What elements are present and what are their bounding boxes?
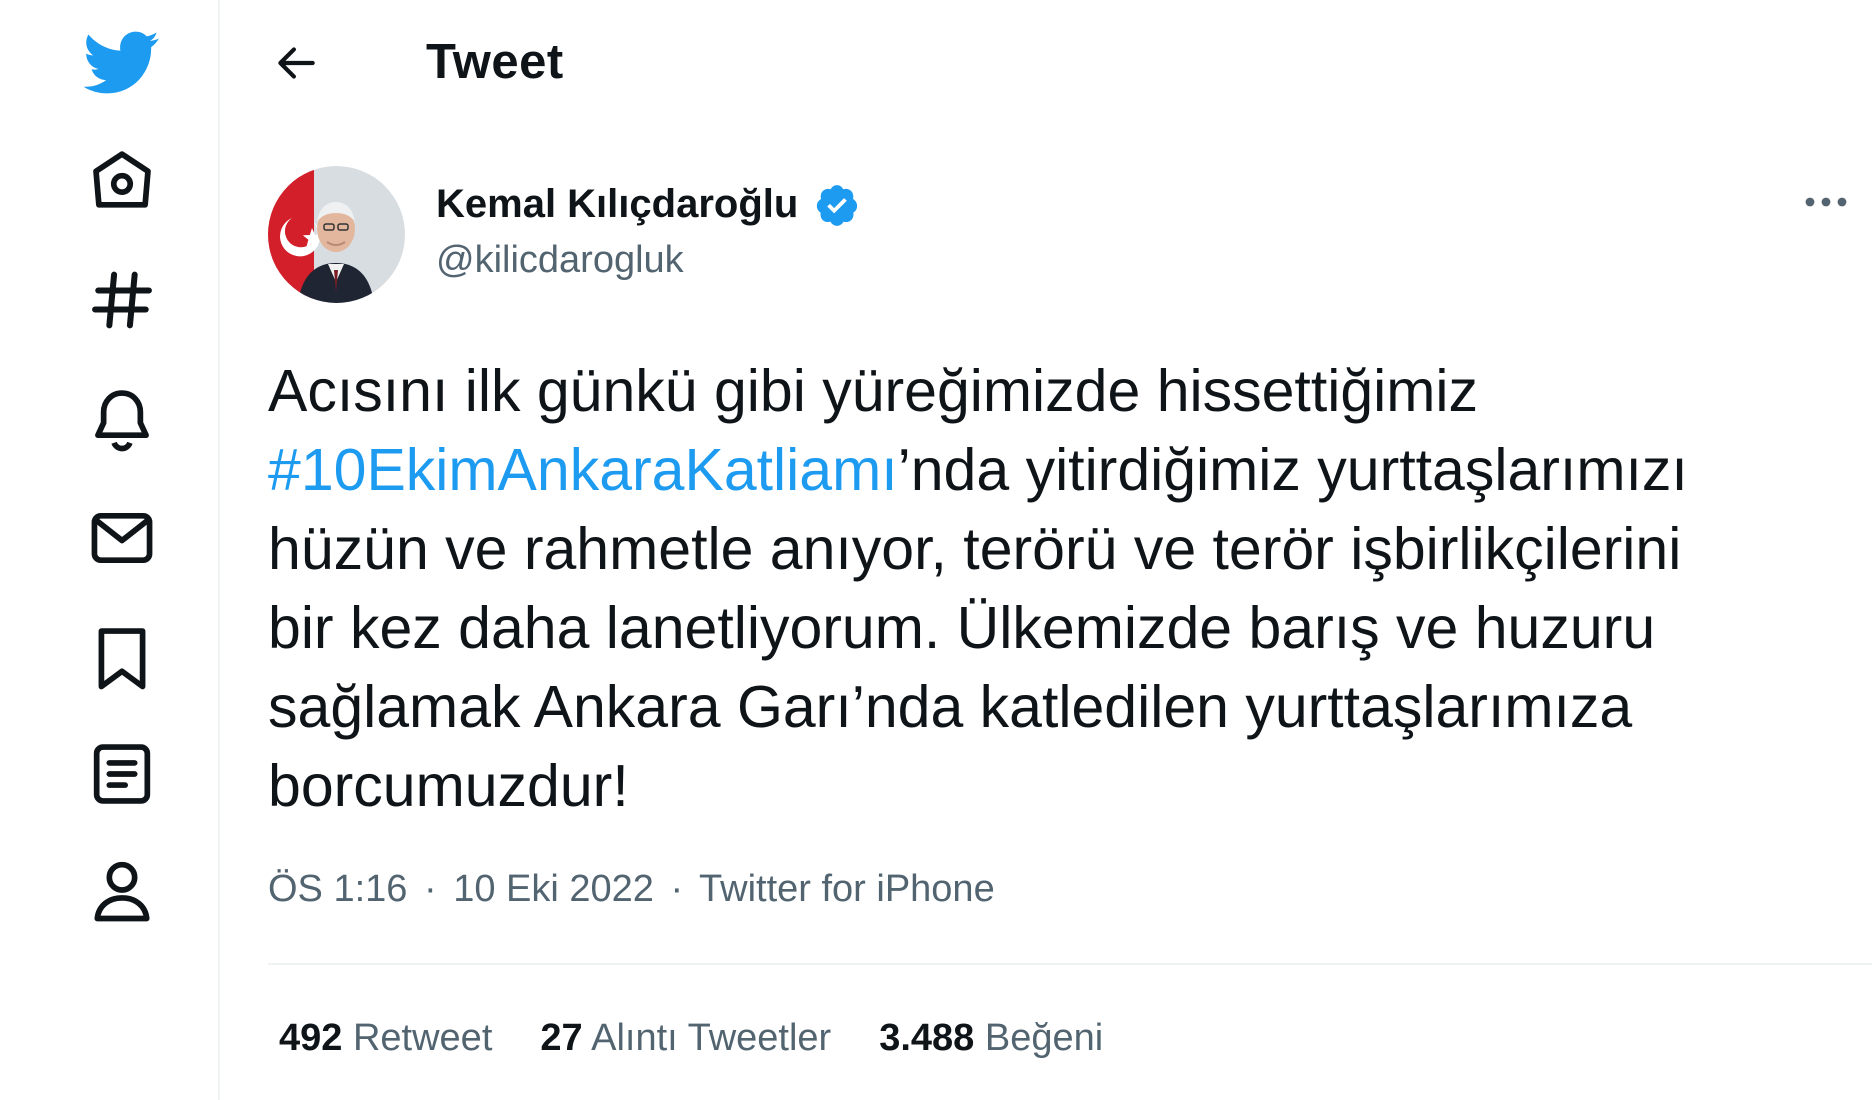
author-handle[interactable]: @kilicdarogluk [436,239,684,282]
tweet-meta: ÖS 1:16 · 10 Eki 2022 · Twitter for iPho… [268,868,995,911]
twitter-logo-icon[interactable] [84,24,160,100]
bookmark-icon[interactable] [84,620,160,696]
tweet-text-line: #10EkimAnkaraKatliamı’nda yitirdiğimiz y… [268,431,1868,510]
verified-badge-icon [814,182,860,228]
back-arrow-icon[interactable] [271,38,321,88]
explore-hashtag-icon[interactable] [84,262,160,338]
meta-separator: · [423,868,437,910]
avatar[interactable] [268,166,405,303]
tweet-text-line: sağlamak Ankara Garı’nda katledilen yurt… [268,674,1633,740]
retweets-stat[interactable]: 492 Retweet [279,1017,492,1060]
sidebar [0,0,220,1100]
author-name[interactable]: Kemal Kılıçdaroğlu [436,182,798,227]
tweet-text-line: borcumuzdur! [268,753,629,819]
tweet-text: Acısını ilk günkü gibi yüreğimizde hisse… [268,352,1868,826]
retweets-label: Retweet [352,1017,493,1059]
tweet-stats: 492 Retweet 27 Alıntı Tweetler 3.488 Beğ… [279,1017,1103,1060]
messages-envelope-icon[interactable] [84,500,160,576]
divider [268,963,1872,965]
tweet-date[interactable]: 10 Eki 2022 [453,868,654,910]
main-column: Tweet Kemal Kılıçdaroğlu @kilicdarogluk … [221,0,1872,1100]
tweet-source[interactable]: Twitter for iPhone [699,868,995,910]
likes-count: 3.488 [879,1017,975,1059]
tweet-text-fragment: ’nda yitirdiğimiz yurttaşlarımızı [897,437,1688,503]
more-options-icon[interactable] [1796,182,1856,222]
quotes-label: Alıntı Tweetler [591,1017,832,1059]
likes-stat[interactable]: 3.488 Beğeni [879,1017,1103,1060]
quotes-count: 27 [540,1017,583,1059]
notifications-bell-icon[interactable] [84,382,160,458]
lists-icon[interactable] [84,736,160,812]
home-icon[interactable] [84,144,160,220]
meta-separator: · [670,868,684,910]
page-header: Tweet [221,0,1872,124]
tweet-text-line: Acısını ilk günkü gibi yüreğimizde hisse… [268,358,1478,424]
page-title: Tweet [426,35,564,89]
quotes-stat[interactable]: 27 Alıntı Tweetler [540,1017,831,1060]
tweet-text-line: bir kez daha lanetliyorum. Ülkemizde bar… [268,595,1656,661]
likes-label: Beğeni [984,1017,1104,1059]
tweet-text-line: hüzün ve rahmetle anıyor, terörü ve terö… [268,516,1682,582]
hashtag-link[interactable]: #10EkimAnkaraKatliamı [268,437,898,503]
retweets-count: 492 [279,1017,343,1059]
profile-icon[interactable] [84,852,160,928]
tweet-time[interactable]: ÖS 1:16 [268,868,407,910]
